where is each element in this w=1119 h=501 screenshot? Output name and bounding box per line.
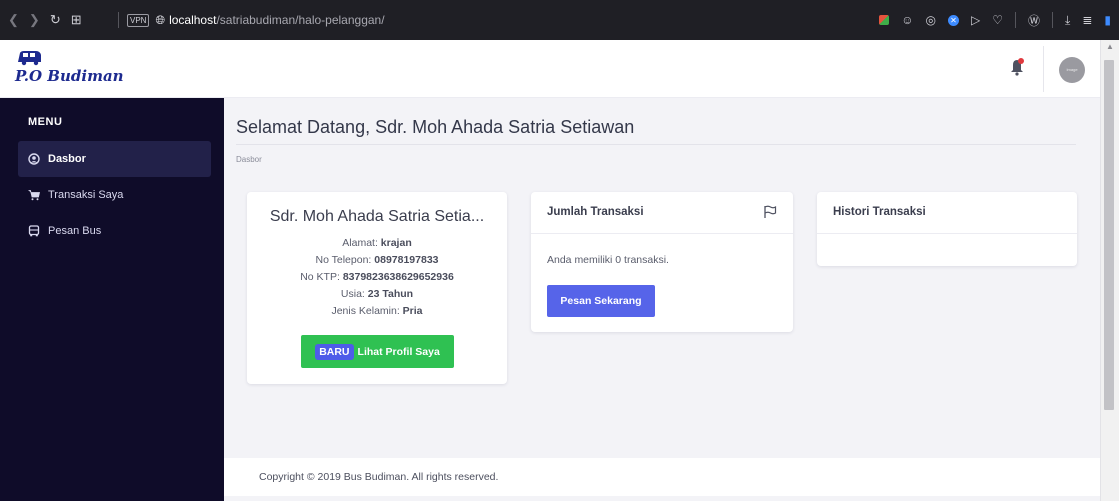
profile-age: Usia: 23 Tahun	[247, 288, 507, 300]
profile-address-label: Alamat:	[342, 237, 378, 249]
sidebar-title: MENU	[28, 116, 63, 128]
scrollbar-thumb[interactable]	[1104, 60, 1114, 410]
battery-icon: ▮	[1104, 13, 1111, 27]
back-icon[interactable]: ❮	[8, 12, 19, 28]
divider	[1052, 12, 1054, 28]
logo[interactable]: P.O Budiman	[12, 50, 124, 90]
new-badge: BARU	[315, 343, 354, 360]
breadcrumb[interactable]: Dasbor	[236, 155, 262, 164]
sidebar-item-label: Dasbor	[48, 153, 86, 165]
logo-text: P.O Budiman	[15, 67, 124, 85]
sidebar-item-transaksi-saya[interactable]: Transaksi Saya	[18, 177, 211, 213]
order-now-button[interactable]: Pesan Sekarang	[547, 285, 655, 317]
sidebar-item-label: Transaksi Saya	[48, 189, 124, 201]
profile-phone-label: No Telepon:	[315, 254, 372, 266]
card-header: Jumlah Transaksi	[531, 192, 793, 234]
view-profile-label: Lihat Profil Saya	[357, 345, 440, 358]
profile-phone: No Telepon: 08978197833	[247, 254, 507, 266]
wallet-icon[interactable]: Ⓦ	[1028, 12, 1040, 29]
card-title: Jumlah Transaksi	[547, 206, 644, 218]
profile-age-label: Usia:	[340, 288, 365, 300]
reload-icon[interactable]: ↻	[50, 12, 61, 28]
cart-icon	[28, 190, 40, 201]
footer: Copyright © 2019 Bus Budiman. All rights…	[224, 458, 1100, 496]
emoji-icon[interactable]: ☺	[901, 13, 913, 27]
profile-gender-value: Pria	[402, 305, 423, 317]
tabs-grid-icon[interactable]: ⊞	[71, 12, 82, 28]
sidebar-item-dasbor[interactable]: Dasbor	[18, 141, 211, 177]
app-header: P.O Budiman Image	[0, 40, 1100, 98]
copyright-text: Copyright © 2019 Bus Budiman. All rights…	[259, 471, 499, 483]
profile-card: Sdr. Moh Ahada Satria Setia... Alamat: k…	[247, 192, 507, 384]
shield-icon[interactable]: ✕	[948, 14, 959, 26]
divider	[1015, 12, 1016, 28]
url-host: localhost	[169, 13, 217, 27]
transaction-history-card: Histori Transaksi	[817, 192, 1077, 266]
main-content: Selamat Datang, Sdr. Moh Ahada Satria Se…	[224, 98, 1100, 458]
browser-toolbar: ❮ ❯ ↻ ⊞ VPN 🌐︎ localhost/satriabudiman/h…	[0, 0, 1119, 40]
scroll-up-icon[interactable]: ▲	[1106, 42, 1114, 51]
vpn-badge[interactable]: VPN	[127, 13, 150, 27]
globe-icon: 🌐︎	[155, 12, 166, 27]
profile-ktp-label: No KTP:	[300, 271, 340, 283]
profile-age-value: 23 Tahun	[367, 288, 414, 300]
profile-gender-label: Jenis Kelamin:	[331, 305, 400, 317]
sidebar-item-label: Pesan Bus	[48, 225, 102, 237]
menu-icon[interactable]: ≣	[1082, 13, 1092, 27]
transaction-count-text: Anda memiliki 0 transaksi.	[547, 254, 669, 266]
divider	[1043, 46, 1044, 92]
play-icon[interactable]: ▷	[971, 13, 980, 27]
profile-ktp: No KTP: 8379823638629652936	[247, 271, 507, 283]
heart-icon[interactable]: ♡	[992, 13, 1003, 27]
profile-address-value: krajan	[380, 237, 412, 249]
view-profile-button[interactable]: BARU Lihat Profil Saya	[301, 335, 454, 368]
address-bar[interactable]: localhost/satriabudiman/halo-pelanggan/	[169, 13, 385, 27]
profile-phone-value: 08978197833	[374, 254, 439, 266]
divider	[236, 144, 1076, 145]
sidebar: MENU Dasbor Transaksi Saya Pesan Bus	[0, 98, 224, 501]
divider	[118, 12, 119, 28]
bus-logo-icon	[18, 51, 41, 66]
notification-bell[interactable]	[1010, 58, 1024, 76]
profile-ktp-value: 8379823638629652936	[342, 271, 454, 283]
avatar[interactable]: Image	[1059, 57, 1085, 83]
card-title: Histori Transaksi	[833, 206, 926, 218]
card-header: Histori Transaksi	[817, 192, 1077, 234]
profile-name: Sdr. Moh Ahada Satria Setia...	[269, 208, 485, 225]
profile-address: Alamat: krajan	[247, 237, 507, 249]
cube-icon[interactable]	[879, 15, 890, 25]
flag-icon	[764, 205, 777, 218]
notification-dot	[1018, 58, 1024, 64]
sidebar-item-pesan-bus[interactable]: Pesan Bus	[18, 213, 211, 249]
transaction-count-card: Jumlah Transaksi Anda memiliki 0 transak…	[531, 192, 793, 332]
browser-nav: ❮ ❯ ↻ ⊞	[0, 12, 118, 28]
profile-gender: Jenis Kelamin: Pria	[247, 305, 507, 317]
url-path: /satriabudiman/halo-pelanggan/	[216, 13, 385, 27]
user-circle-icon	[28, 153, 40, 165]
camera-icon[interactable]: ◎	[926, 13, 936, 27]
download-icon[interactable]: ⤓	[1065, 13, 1070, 28]
forward-icon[interactable]: ❯	[29, 12, 40, 28]
browser-tools: ☺ ◎ ✕ ▷ ♡ Ⓦ ⤓ ≣ ▮	[879, 0, 1111, 40]
bus-icon	[28, 225, 40, 237]
page-title: Selamat Datang, Sdr. Moh Ahada Satria Se…	[236, 117, 635, 137]
